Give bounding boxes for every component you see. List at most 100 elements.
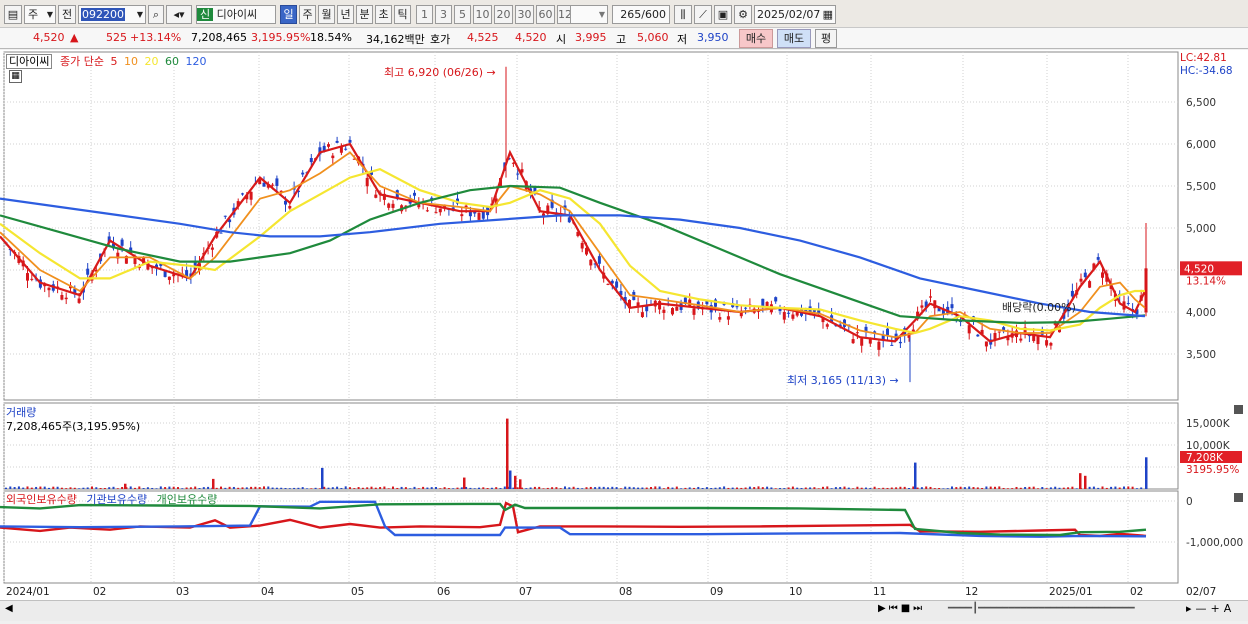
volume-spike-bar <box>321 467 324 489</box>
last-volume-label: 7,208K <box>1186 452 1224 464</box>
volume-bar <box>774 488 777 489</box>
volume-bar <box>60 487 63 489</box>
vol-tick-label-2: 15,000K <box>1186 418 1231 430</box>
period-tab-0[interactable]: 일 <box>280 5 297 24</box>
period-tab-5[interactable]: 초 <box>375 5 392 24</box>
stock-chart[interactable]: 2024/01 02 03 04 05 06 07 08 09 10 11 12 2025/01 02 02… <box>0 50 1248 621</box>
period-tab-2[interactable]: 월 <box>318 5 335 24</box>
chart-scrollbar[interactable]: ◀ ▶⏮■⏭ ━━━━┃━━━━━━━━━━━━━━━━━━━━━━━━━━ ▸… <box>0 600 1248 621</box>
volume-bar <box>73 487 76 489</box>
interval-button-3[interactable]: 10 <box>473 5 492 24</box>
volume-bar <box>650 487 652 489</box>
volume-bar <box>1015 486 1018 489</box>
prev-button[interactable]: 전 <box>58 5 76 24</box>
interval-button-4[interactable]: 20 <box>494 5 513 24</box>
candle-body <box>778 308 782 311</box>
playback-controls-icon[interactable]: ▶⏮■⏭ <box>878 603 925 614</box>
panel-close-icon-1 <box>1234 493 1243 502</box>
candle-type-icon[interactable]: ⫼ <box>674 5 692 24</box>
hold-tick-label-0: 0 <box>1186 496 1193 508</box>
candle-body <box>365 177 369 187</box>
interval-button-6[interactable]: 60 <box>536 5 555 24</box>
candle-body <box>344 148 348 150</box>
period-tab-3[interactable]: 년 <box>337 5 354 24</box>
date-input[interactable]: 2025/02/07 ▦ <box>754 5 836 24</box>
volume-bar <box>680 488 683 489</box>
candle-body <box>984 341 988 347</box>
chevron-down-icon: ▼ <box>136 10 143 19</box>
candle-body <box>460 214 464 217</box>
volume-bar <box>26 486 29 489</box>
volume-bar <box>86 487 89 489</box>
volume-bar <box>1135 488 1138 489</box>
candle-body <box>374 194 378 198</box>
candle-body <box>219 232 223 234</box>
market-type-select[interactable]: 주 ▼ <box>24 5 56 24</box>
eval-button[interactable]: 평 <box>815 29 837 48</box>
period-tab-4[interactable]: 분 <box>356 5 373 24</box>
volume-bar <box>705 487 708 489</box>
sell-button[interactable]: 매도 <box>777 29 811 48</box>
interval-button-1[interactable]: 3 <box>435 5 452 24</box>
x-tick-label-5: 06 <box>437 586 451 598</box>
buy-button[interactable]: 매수 <box>739 29 773 48</box>
volume-bar <box>499 488 502 489</box>
x-tick-label-9: 10 <box>789 586 802 598</box>
x-tick-label-2: 03 <box>176 586 189 598</box>
volume-bar <box>641 487 644 489</box>
stock-code-input[interactable]: 092200 ▼ <box>78 5 146 24</box>
search-icon[interactable]: ⌕ <box>148 5 164 24</box>
volume-bar <box>555 487 558 489</box>
volume-bar <box>602 486 605 489</box>
volume-bar <box>185 487 188 489</box>
volume-bar <box>1140 487 1143 489</box>
volume-bar <box>400 486 403 489</box>
stock-label[interactable]: 디아이씨 <box>6 54 53 69</box>
volume-bar <box>723 486 726 489</box>
volume-bar <box>976 487 979 489</box>
volume-bar <box>611 486 614 489</box>
scroll-left-icon[interactable]: ◀ <box>5 603 13 614</box>
volume-bar <box>275 487 278 489</box>
volume-bar <box>340 487 343 489</box>
zoom-controls-icon[interactable]: ▸—+A <box>1186 602 1235 615</box>
interval-button-2[interactable]: 5 <box>454 5 471 24</box>
count-field[interactable]: 265/600 <box>612 5 670 24</box>
volume-bar <box>985 486 988 489</box>
volume-bar <box>783 488 786 489</box>
low-value: 3,950 <box>697 31 729 44</box>
last-pct-label: 13.14% <box>1186 275 1226 287</box>
volume-bar <box>387 488 390 489</box>
volume-bar <box>327 487 330 489</box>
volume-bar <box>946 488 949 489</box>
interval-select[interactable]: ▼ <box>570 5 608 24</box>
volume-bar <box>39 486 42 489</box>
ask-value: 4,525 <box>467 31 499 44</box>
candle-body <box>167 276 171 280</box>
zoom-slider-icon[interactable]: ━━━━┃━━━━━━━━━━━━━━━━━━━━━━━━━━ <box>948 603 1135 614</box>
table-grid-icon[interactable]: ▦ <box>9 70 22 83</box>
volume-bar <box>740 487 743 489</box>
volume-bar <box>787 487 790 489</box>
volume-bar <box>288 488 291 489</box>
volume-bar <box>142 488 145 489</box>
interval-button-0[interactable]: 1 <box>416 5 433 24</box>
interval-button-5[interactable]: 30 <box>515 5 534 24</box>
sound-icon[interactable]: ◂▾ <box>166 5 192 24</box>
volume-spike-bar <box>1145 457 1148 489</box>
volume-bar <box>353 488 356 489</box>
volume-bar <box>357 487 360 489</box>
volume-bar <box>688 487 691 489</box>
volume-bar <box>17 486 20 489</box>
volume-bar <box>693 487 695 489</box>
volume-bar <box>998 486 1001 489</box>
volume-spike-bar <box>1084 475 1087 489</box>
draw-tool-icon[interactable]: ⟋ <box>694 5 712 24</box>
volume-bar <box>379 487 382 489</box>
save-icon[interactable]: ▣ <box>714 5 732 24</box>
gear-icon[interactable]: ⚙ <box>734 5 752 24</box>
window-menu-icon[interactable]: ▤ <box>4 5 22 24</box>
period-tab-1[interactable]: 주 <box>299 5 316 24</box>
period-tab-6[interactable]: 틱 <box>394 5 411 24</box>
volume-bar <box>748 486 751 489</box>
